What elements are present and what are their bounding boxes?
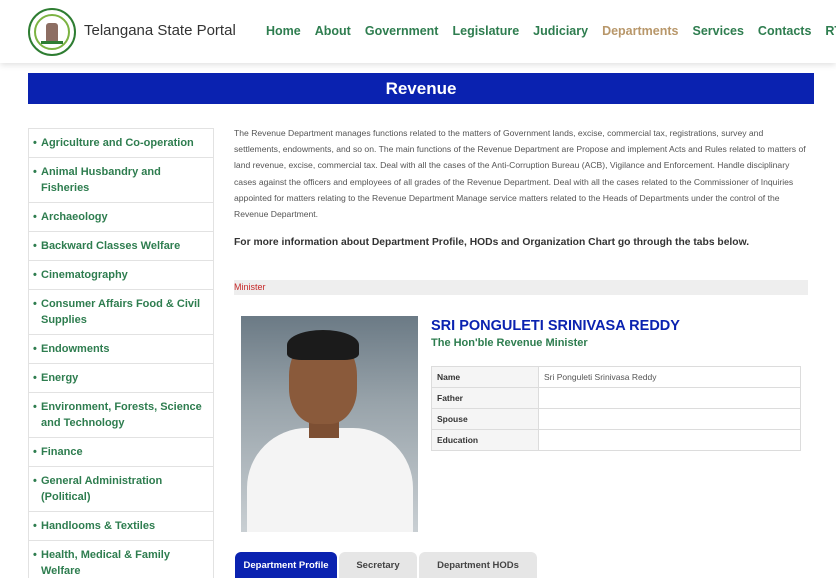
minister-info-table: Name Sri Ponguleti Srinivasa Reddy Fathe… bbox=[431, 366, 801, 451]
nav-judiciary[interactable]: Judiciary bbox=[533, 24, 588, 38]
sidebar-item-archaeology[interactable]: • Archaeology bbox=[29, 203, 213, 232]
minister-role: The Hon'ble Revenue Minister bbox=[431, 337, 588, 349]
sidebar-item-agriculture[interactable]: • Agriculture and Co-operation bbox=[29, 129, 213, 158]
tab-department-hods[interactable]: Department HODs bbox=[419, 552, 537, 578]
nav-legislature[interactable]: Legislature bbox=[452, 24, 519, 38]
field-key: Spouse bbox=[431, 408, 539, 430]
department-sidebar: • Agriculture and Co-operation • Animal Hu… bbox=[28, 128, 214, 578]
sidebar-item-animal-husbandry[interactable]: • Animal Husbandry and Fisheries bbox=[29, 158, 213, 203]
telangana-emblem-icon[interactable] bbox=[28, 8, 76, 56]
sidebar-item-label: Archaeology bbox=[41, 211, 108, 223]
table-row: Spouse bbox=[431, 408, 801, 430]
sidebar-item-backward-classes[interactable]: • Backward Classes Welfare bbox=[29, 232, 213, 261]
sidebar-item-label: General Administration (Political) bbox=[41, 475, 163, 503]
sidebar-item-label: Handlooms & Textiles bbox=[41, 520, 156, 532]
sidebar-item-label: Backward Classes Welfare bbox=[41, 240, 181, 252]
nav-about[interactable]: About bbox=[315, 24, 351, 38]
nav-contacts[interactable]: Contacts bbox=[758, 24, 811, 38]
bullet-icon: • bbox=[33, 211, 37, 223]
sidebar-item-label: Cinematography bbox=[41, 269, 128, 281]
sidebar-item-label: Health, Medical & Family Welfare bbox=[41, 549, 170, 577]
field-value bbox=[538, 408, 801, 430]
sidebar-item-cinematography[interactable]: • Cinematography bbox=[29, 261, 213, 290]
sidebar-item-general-administration[interactable]: • General Administration (Political) bbox=[29, 467, 213, 512]
field-value: Sri Ponguleti Srinivasa Reddy bbox=[538, 366, 801, 388]
nav-home[interactable]: Home bbox=[266, 24, 301, 38]
sidebar-item-health[interactable]: • Health, Medical & Family Welfare bbox=[29, 541, 213, 578]
nav-services[interactable]: Services bbox=[692, 24, 743, 38]
field-key: Education bbox=[431, 429, 539, 451]
bullet-icon: • bbox=[33, 446, 37, 458]
field-value bbox=[538, 387, 801, 409]
bullet-icon: • bbox=[33, 269, 37, 281]
field-value bbox=[538, 429, 801, 451]
sidebar-item-label: Endowments bbox=[41, 343, 110, 355]
minister-photo bbox=[241, 316, 418, 532]
sidebar-item-label: Consumer Affairs Food & Civil Supplies bbox=[41, 298, 201, 326]
department-tabs: Department Profile Secretary Department … bbox=[235, 552, 539, 578]
sidebar-item-environment[interactable]: • Environment, Forests, Science and Techn… bbox=[29, 393, 213, 438]
page-title: Revenue bbox=[28, 73, 814, 104]
sidebar-item-handlooms[interactable]: • Handlooms & Textiles bbox=[29, 512, 213, 541]
bullet-icon: • bbox=[33, 475, 37, 487]
minister-name: SRI PONGULETI SRINIVASA REDDY bbox=[431, 318, 680, 334]
sidebar-item-energy[interactable]: • Energy bbox=[29, 364, 213, 393]
sidebar-item-finance[interactable]: • Finance bbox=[29, 438, 213, 467]
site-title[interactable]: Telangana State Portal bbox=[84, 22, 236, 39]
nav-government[interactable]: Government bbox=[365, 24, 439, 38]
bullet-icon: • bbox=[33, 137, 37, 149]
bullet-icon: • bbox=[33, 343, 37, 355]
sidebar-item-endowments[interactable]: • Endowments bbox=[29, 335, 213, 364]
table-row: Name Sri Ponguleti Srinivasa Reddy bbox=[431, 366, 801, 388]
sidebar-item-label: Animal Husbandry and Fisheries bbox=[41, 166, 161, 194]
main-nav: Home About Government Legislature Judici… bbox=[266, 24, 836, 38]
sidebar-item-label: Environment, Forests, Science and Techno… bbox=[41, 401, 202, 429]
section-label-minister: Minister bbox=[234, 280, 808, 295]
sidebar-item-label: Agriculture and Co-operation bbox=[41, 137, 194, 149]
bullet-icon: • bbox=[33, 372, 37, 384]
bullet-icon: • bbox=[33, 298, 37, 310]
table-row: Father bbox=[431, 387, 801, 409]
site-header: Telangana State Portal Home About Govern… bbox=[0, 0, 836, 63]
department-description: The Revenue Department manages functions… bbox=[234, 128, 806, 220]
sidebar-item-label: Finance bbox=[41, 446, 83, 458]
field-key: Name bbox=[431, 366, 539, 388]
field-key: Father bbox=[431, 387, 539, 409]
bullet-icon: • bbox=[33, 401, 37, 413]
table-row: Education bbox=[431, 429, 801, 451]
tab-secretary[interactable]: Secretary bbox=[339, 552, 417, 578]
bullet-icon: • bbox=[33, 166, 37, 178]
bullet-icon: • bbox=[33, 520, 37, 532]
nav-rti[interactable]: RTI bbox=[825, 24, 836, 38]
bullet-icon: • bbox=[33, 549, 37, 561]
sidebar-item-consumer-affairs[interactable]: • Consumer Affairs Food & Civil Supplies bbox=[29, 290, 213, 335]
bullet-icon: • bbox=[33, 240, 37, 252]
sidebar-item-label: Energy bbox=[41, 372, 79, 384]
nav-departments[interactable]: Departments bbox=[602, 24, 678, 38]
more-info-text: For more information about Department Pr… bbox=[234, 237, 750, 248]
tab-department-profile[interactable]: Department Profile bbox=[235, 552, 337, 578]
